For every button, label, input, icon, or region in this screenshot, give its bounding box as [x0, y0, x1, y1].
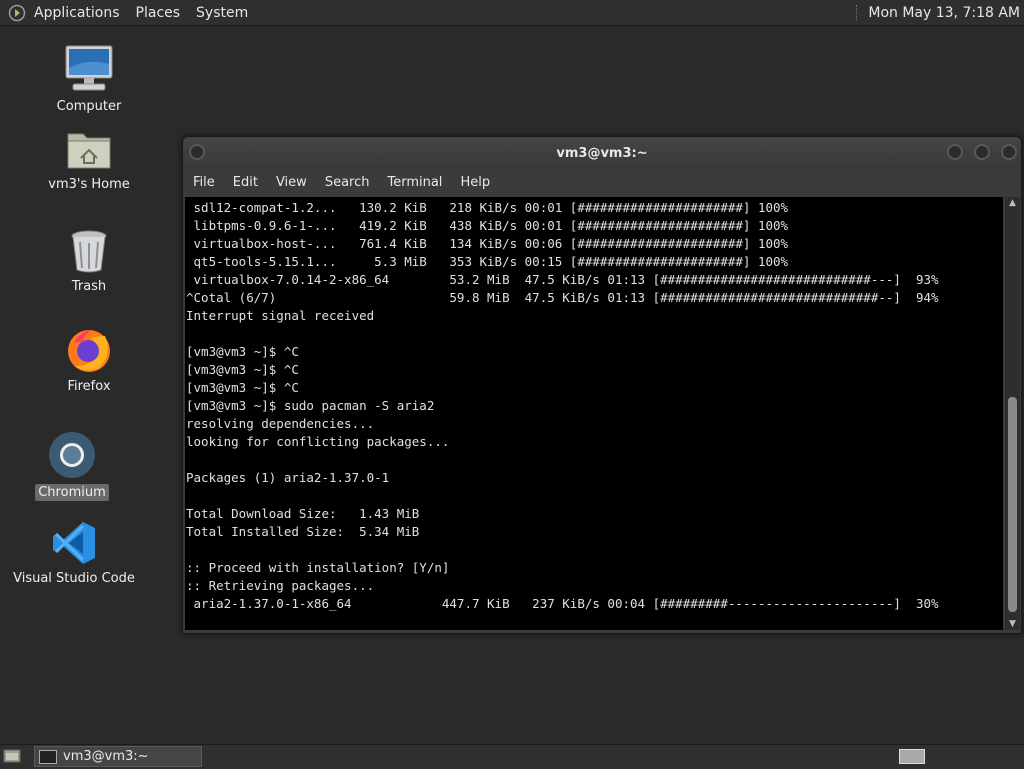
terminal-line: sdl12-compat-1.2... 130.2 KiB 218 KiB/s … [186, 200, 789, 215]
terminal-line: [vm3@vm3 ~]$ ^C [186, 344, 299, 359]
window-titlebar[interactable]: vm3@vm3:~ [183, 137, 1021, 169]
vscode-icon [53, 522, 95, 564]
taskbar-window-title: vm3@vm3:~ [63, 749, 149, 764]
terminal-line: virtualbox-host-... 761.4 KiB 134 KiB/s … [186, 236, 789, 251]
terminal-line: :: Retrieving packages... [186, 578, 375, 593]
bottom-panel: vm3@vm3:~ [0, 744, 1024, 769]
places-menu[interactable]: Places [136, 5, 181, 21]
desktop-icon-vscode[interactable]: Visual Studio Code [9, 520, 139, 587]
trash-icon [71, 230, 107, 273]
firefox-icon [68, 330, 110, 372]
terminal-line: [vm3@vm3 ~]$ sudo pacman -S aria2 [186, 398, 435, 413]
scroll-up-arrow-icon[interactable]: ▲ [1005, 197, 1020, 209]
menu-view[interactable]: View [276, 175, 307, 190]
scroll-down-arrow-icon[interactable]: ▼ [1005, 618, 1020, 630]
terminal-line: looking for conflicting packages... [186, 434, 450, 449]
menu-terminal[interactable]: Terminal [387, 175, 442, 190]
terminal-menubar: File Edit View Search Terminal Help [183, 169, 1021, 195]
desktop-icon-firefox[interactable]: Firefox [24, 326, 154, 395]
terminal-line: ^Cotal (6/7) 59.8 MiB 47.5 KiB/s 01:13 [… [186, 290, 939, 305]
chromium-icon [49, 432, 95, 478]
panel-separator [856, 4, 860, 21]
desktop-icon-label: Computer [56, 99, 122, 114]
show-desktop-icon[interactable] [3, 748, 21, 764]
desktop-icon-label: vm3's Home [48, 177, 130, 192]
terminal-line: Total Installed Size: 5.34 MiB [186, 524, 420, 539]
terminal-line: libtpms-0.9.6-1-... 419.2 KiB 438 KiB/s … [186, 218, 789, 233]
menu-file[interactable]: File [193, 175, 215, 190]
terminal-line: Packages (1) aria2-1.37.0-1 [186, 470, 390, 485]
terminal-text: sdl12-compat-1.2... 130.2 KiB 218 KiB/s … [185, 197, 1003, 613]
window-menu-button[interactable] [189, 144, 205, 160]
desktop-icon-home[interactable]: vm3's Home [24, 128, 154, 193]
terminal-scrollbar[interactable]: ▲ ▼ [1005, 197, 1020, 630]
menu-search[interactable]: Search [325, 175, 370, 190]
window-title: vm3@vm3:~ [556, 145, 648, 161]
computer-icon [65, 45, 113, 91]
terminal-icon [39, 749, 57, 764]
terminal-line: aria2-1.37.0-1-x86_64 447.7 KiB 237 KiB/… [186, 596, 939, 611]
home-folder-icon [67, 133, 111, 169]
terminal-output[interactable]: sdl12-compat-1.2... 130.2 KiB 218 KiB/s … [185, 197, 1003, 630]
close-button[interactable] [1001, 144, 1017, 160]
terminal-line: virtualbox-7.0.14-2-x86_64 53.2 MiB 47.5… [186, 272, 939, 287]
maximize-button[interactable] [974, 144, 990, 160]
menu-help[interactable]: Help [460, 175, 490, 190]
terminal-line: Interrupt signal received [186, 308, 375, 323]
terminal-line: Total Download Size: 1.43 MiB [186, 506, 420, 521]
desktop-icon-computer[interactable]: Computer [24, 44, 154, 115]
applications-menu[interactable]: Applications [34, 5, 120, 21]
terminal-line: [vm3@vm3 ~]$ ^C [186, 380, 299, 395]
applications-menu-icon[interactable] [8, 4, 26, 22]
taskbar-window-button[interactable]: vm3@vm3:~ [34, 746, 202, 767]
minimize-button[interactable] [947, 144, 963, 160]
desktop-icon-label: Visual Studio Code [13, 571, 135, 586]
desktop-icon-chromium[interactable]: Chromium [7, 430, 137, 501]
desktop-icon-label: Trash [71, 279, 107, 294]
desktop-icon-label: Firefox [67, 379, 111, 394]
system-menu[interactable]: System [196, 5, 248, 21]
desktop-icon-trash[interactable]: Trash [24, 228, 154, 295]
top-panel: Applications Places System Mon May 13, 7… [0, 0, 1024, 26]
terminal-window[interactable]: vm3@vm3:~ File Edit View Search Terminal… [182, 136, 1022, 634]
desktop-icon-label: Chromium [35, 484, 109, 501]
terminal-line: [vm3@vm3 ~]$ ^C [186, 362, 299, 377]
clock[interactable]: Mon May 13, 7:18 AM [868, 5, 1020, 21]
terminal-line: resolving dependencies... [186, 416, 375, 431]
workspace-switcher[interactable] [899, 749, 925, 764]
scrollbar-thumb[interactable] [1008, 397, 1017, 612]
menu-edit[interactable]: Edit [233, 175, 258, 190]
terminal-line: :: Proceed with installation? [Y/n] [186, 560, 450, 575]
terminal-line: qt5-tools-5.15.1... 5.3 MiB 353 KiB/s 00… [186, 254, 789, 269]
